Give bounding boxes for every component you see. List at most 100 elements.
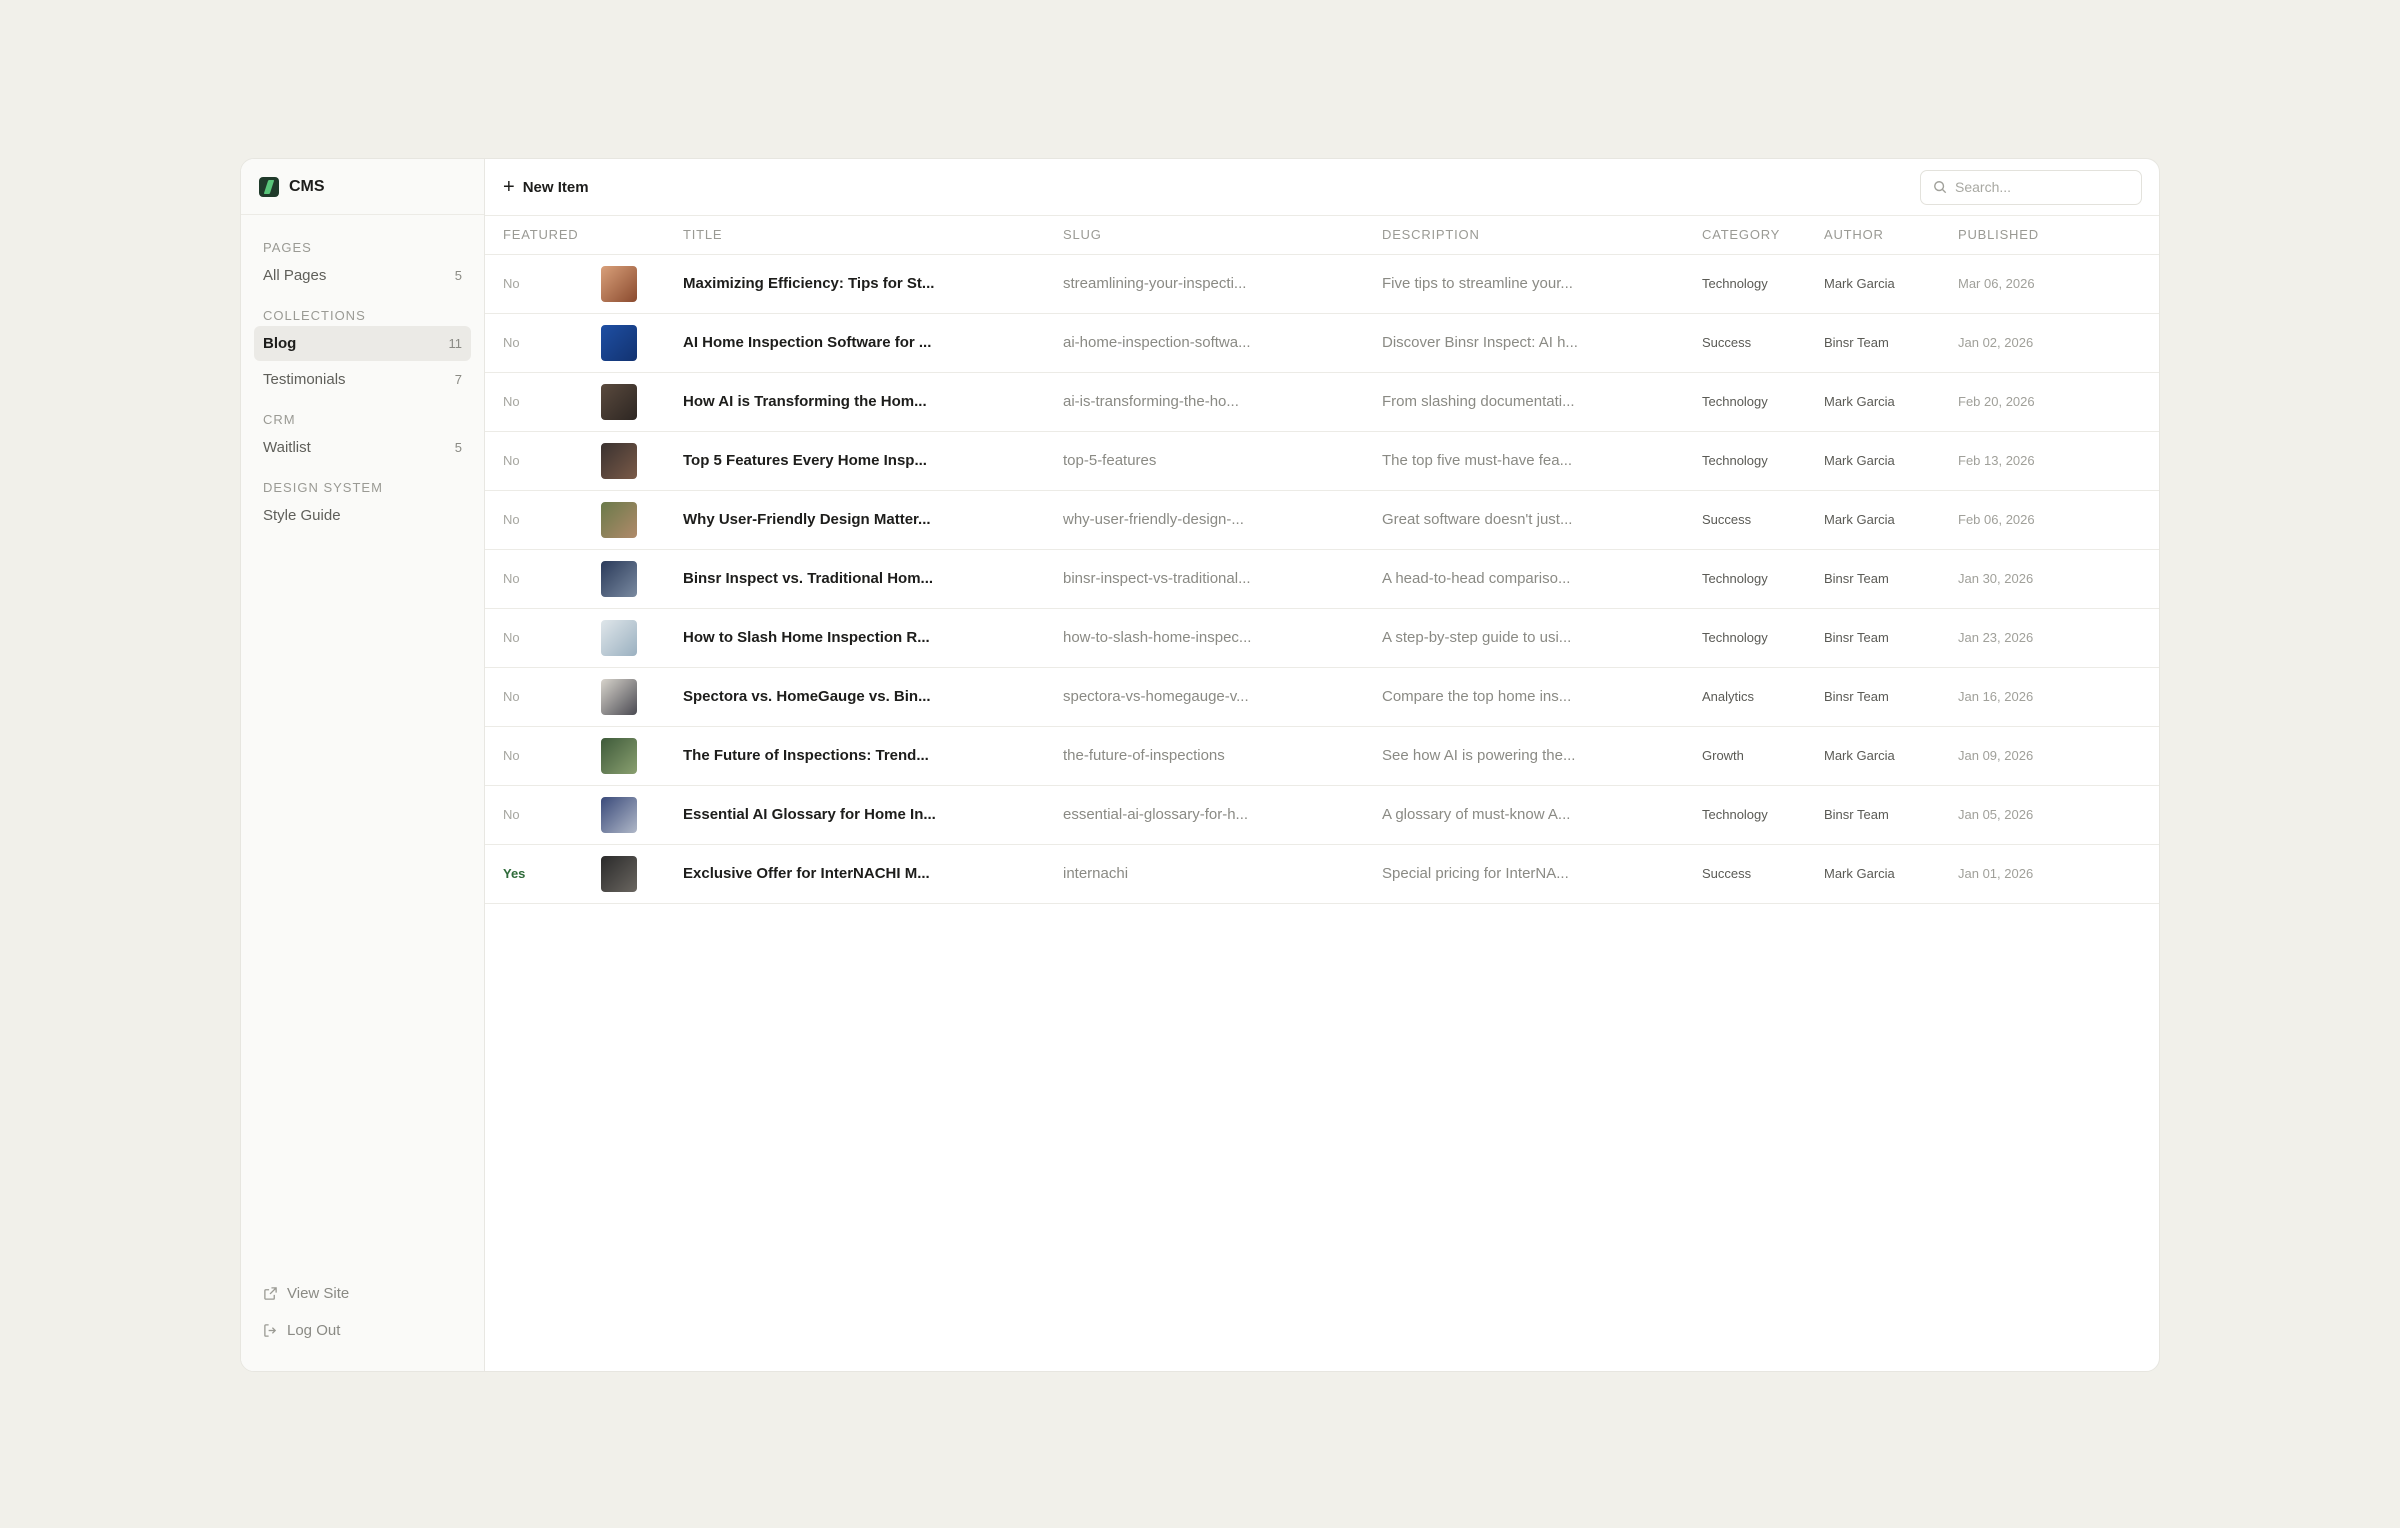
column-header-featured[interactable]: FEATURED	[485, 216, 593, 255]
logo-icon	[259, 176, 279, 197]
sidebar: CMS PAGES All Pages 5 COLLECTIONS Blog 1…	[241, 159, 485, 1371]
plus-icon: +	[503, 176, 515, 198]
table-row[interactable]: No Essential AI Glossary for Home In... es…	[485, 785, 2159, 845]
view-site-link[interactable]: View Site	[254, 1275, 472, 1312]
collection-table: FEATURED TITLE SLUG DESCRIPTION CATEGORY…	[485, 216, 2159, 904]
author-cell: Mark Garcia	[1806, 844, 1940, 904]
published-cell: Jan 02, 2026	[1940, 313, 2159, 373]
featured-cell: No	[485, 313, 593, 373]
thumbnail-cell	[593, 608, 665, 668]
table-row[interactable]: No AI Home Inspection Software for ... ai-…	[485, 313, 2159, 373]
log-out-icon	[264, 1324, 277, 1337]
thumbnail-image	[601, 619, 637, 656]
title-cell: Maximizing Efficiency: Tips for St...	[665, 254, 1045, 314]
external-link-icon	[264, 1287, 277, 1300]
column-header-title[interactable]: TITLE	[665, 216, 1045, 255]
nav-section-pages: PAGES All Pages 5	[254, 239, 471, 293]
item-count: 5	[454, 440, 462, 455]
featured-cell: No	[485, 431, 593, 491]
title-cell: Top 5 Features Every Home Insp...	[665, 431, 1045, 491]
column-header-description[interactable]: DESCRIPTION	[1364, 216, 1684, 255]
new-item-button[interactable]: + New Item	[503, 177, 589, 197]
featured-cell: No	[485, 667, 593, 727]
author-cell: Binsr Team	[1806, 667, 1940, 727]
sidebar-item-style-guide[interactable]: Style Guide	[254, 498, 471, 533]
thumbnail-cell	[593, 726, 665, 786]
thumbnail-image	[601, 560, 637, 597]
thumbnail-image	[601, 737, 637, 774]
column-header-category[interactable]: CATEGORY	[1684, 216, 1806, 255]
author-cell: Mark Garcia	[1806, 726, 1940, 786]
slug-cell: the-future-of-inspections	[1045, 726, 1364, 786]
sidebar-item-testimonials[interactable]: Testimonials 7	[254, 362, 471, 397]
thumbnail-image	[601, 678, 637, 715]
sidebar-item-label: Testimonials	[263, 371, 346, 388]
column-header-published[interactable]: PUBLISHED	[1940, 216, 2159, 255]
description-cell: A head-to-head compariso...	[1364, 549, 1684, 609]
thumbnail-image	[601, 855, 637, 892]
featured-cell: No	[485, 490, 593, 550]
column-header-author[interactable]: AUTHOR	[1806, 216, 1940, 255]
main-content: + New Item FEATURED TITLE SLUG D	[485, 159, 2159, 1371]
table-row[interactable]: No How AI is Transforming the Hom... ai-is…	[485, 372, 2159, 432]
slug-cell: ai-is-transforming-the-ho...	[1045, 372, 1364, 432]
category-cell: Success	[1684, 490, 1806, 550]
sidebar-item-blog[interactable]: Blog 11	[254, 326, 471, 361]
title-cell: Essential AI Glossary for Home In...	[665, 785, 1045, 845]
thumbnail-cell	[593, 431, 665, 491]
published-cell: Jan 01, 2026	[1940, 844, 2159, 904]
slug-cell: spectora-vs-homegauge-v...	[1045, 667, 1364, 727]
author-cell: Mark Garcia	[1806, 490, 1940, 550]
table-row[interactable]: No Why User-Friendly Design Matter... why-…	[485, 490, 2159, 550]
log-out-label: Log Out	[287, 1322, 341, 1339]
nav-section-collections: COLLECTIONS Blog 11 Testimonials 7	[254, 307, 471, 397]
column-header-thumbnail	[593, 216, 665, 255]
slug-cell: how-to-slash-home-inspec...	[1045, 608, 1364, 668]
sidebar-item-all-pages[interactable]: All Pages 5	[254, 258, 471, 293]
published-cell: Jan 30, 2026	[1940, 549, 2159, 609]
nav-section-crm: CRM Waitlist 5	[254, 411, 471, 465]
table-row[interactable]: No Spectora vs. HomeGauge vs. Bin... spect…	[485, 667, 2159, 727]
slug-cell: why-user-friendly-design-...	[1045, 490, 1364, 550]
item-count: 7	[454, 372, 462, 387]
category-cell: Analytics	[1684, 667, 1806, 727]
category-cell: Technology	[1684, 608, 1806, 668]
thumbnail-cell	[593, 254, 665, 314]
author-cell: Mark Garcia	[1806, 254, 1940, 314]
thumbnail-image	[601, 383, 637, 420]
title-cell: Spectora vs. HomeGauge vs. Bin...	[665, 667, 1045, 727]
title-cell: How AI is Transforming the Hom...	[665, 372, 1045, 432]
brand[interactable]: CMS	[241, 159, 484, 215]
published-cell: Jan 23, 2026	[1940, 608, 2159, 668]
table-row[interactable]: No Top 5 Features Every Home Insp... top-5…	[485, 431, 2159, 491]
table-row[interactable]: No How to Slash Home Inspection R... how-t…	[485, 608, 2159, 668]
slug-cell: internachi	[1045, 844, 1364, 904]
log-out-button[interactable]: Log Out	[254, 1312, 472, 1349]
brand-name: CMS	[289, 177, 325, 195]
published-cell: Jan 05, 2026	[1940, 785, 2159, 845]
category-cell: Growth	[1684, 726, 1806, 786]
thumbnail-cell	[593, 667, 665, 727]
table-row[interactable]: No The Future of Inspections: Trend... the…	[485, 726, 2159, 786]
section-label: COLLECTIONS	[263, 308, 366, 323]
search-input[interactable]	[1955, 179, 2125, 195]
column-header-slug[interactable]: SLUG	[1045, 216, 1364, 255]
category-cell: Technology	[1684, 372, 1806, 432]
item-count: 5	[454, 268, 462, 283]
section-label: CRM	[263, 412, 296, 427]
search-box[interactable]	[1920, 169, 2142, 205]
published-cell: Jan 16, 2026	[1940, 667, 2159, 727]
featured-cell: No	[485, 254, 593, 314]
description-cell: See how AI is powering the...	[1364, 726, 1684, 786]
table-body: No Maximizing Efficiency: Tips for St... s…	[485, 254, 2159, 904]
thumbnail-cell	[593, 549, 665, 609]
table-row[interactable]: No Maximizing Efficiency: Tips for St... s…	[485, 254, 2159, 314]
category-cell: Technology	[1684, 549, 1806, 609]
author-cell: Mark Garcia	[1806, 431, 1940, 491]
table-row[interactable]: Yes Exclusive Offer for InterNACHI M... in…	[485, 844, 2159, 904]
published-cell: Mar 06, 2026	[1940, 254, 2159, 314]
thumbnail-cell	[593, 785, 665, 845]
published-cell: Jan 09, 2026	[1940, 726, 2159, 786]
sidebar-item-waitlist[interactable]: Waitlist 5	[254, 430, 471, 465]
table-row[interactable]: No Binsr Inspect vs. Traditional Hom... bi…	[485, 549, 2159, 609]
